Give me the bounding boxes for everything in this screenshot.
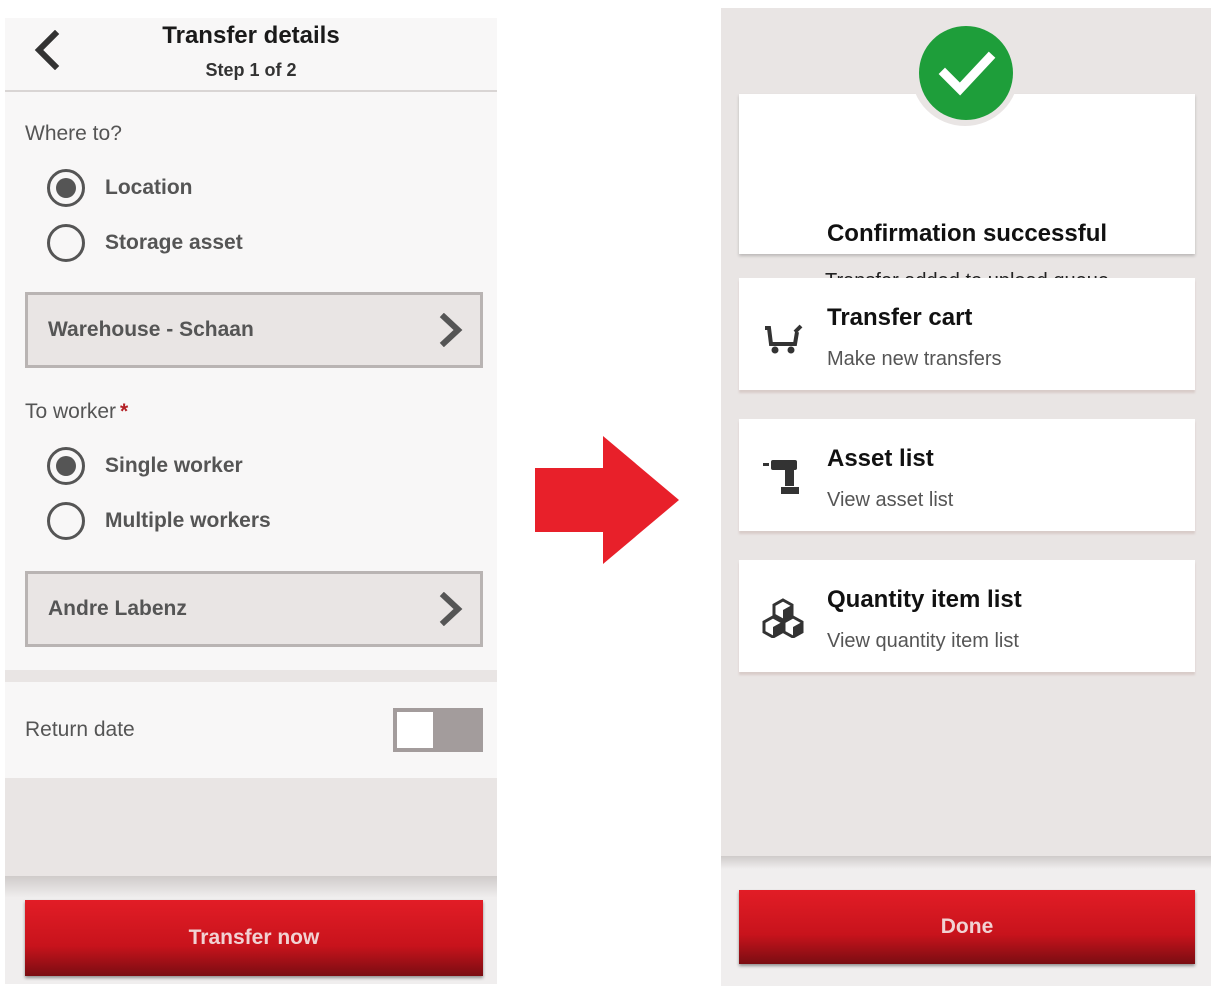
transfer-now-button[interactable]: Transfer now	[25, 900, 483, 976]
quantity-item-list-title: Quantity item list	[827, 586, 1022, 613]
location-picker[interactable]: Warehouse - Schaan	[25, 292, 483, 368]
page-title: Transfer details	[162, 22, 340, 49]
arrow-right-icon	[535, 436, 679, 564]
radio-single-worker-selected-icon	[47, 447, 85, 485]
checkmark-icon	[938, 51, 996, 96]
quantity-item-list-card[interactable]: Quantity item list View quantity item li…	[739, 560, 1195, 672]
required-mark: *	[120, 400, 129, 423]
success-check-icon	[919, 26, 1013, 120]
radio-location[interactable]: Location	[47, 165, 193, 211]
return-date-row: Return date	[5, 682, 497, 778]
toggle-knob	[397, 712, 433, 748]
quantity-item-list-subtitle: View quantity item list	[827, 630, 1019, 652]
radio-storage-asset-unselected-icon	[47, 224, 85, 262]
chevron-right-icon	[439, 592, 463, 626]
chevron-right-icon	[439, 313, 463, 347]
to-worker-label: To worker *	[25, 400, 128, 424]
radio-storage-asset[interactable]: Storage asset	[47, 220, 243, 266]
asset-list-title: Asset list	[827, 445, 934, 472]
return-date-toggle[interactable]	[393, 708, 483, 752]
radio-single-worker[interactable]: Single worker	[47, 443, 243, 489]
radio-location-label: Location	[105, 176, 193, 199]
confirmation-title: Confirmation successful	[826, 220, 1108, 247]
done-button[interactable]: Done	[739, 890, 1195, 964]
radio-multiple-workers-label: Multiple workers	[105, 509, 271, 532]
radio-single-worker-label: Single worker	[105, 454, 243, 477]
drill-icon	[763, 460, 799, 494]
radio-location-selected-icon	[47, 169, 85, 207]
transfer-details-screen: Transfer details Step 1 of 2 Where to? L…	[5, 18, 497, 984]
transfer-form: Where to? Location Storage asset Warehou…	[5, 92, 497, 670]
transfer-cart-card[interactable]: Transfer cart Make new transfers	[739, 278, 1195, 390]
radio-storage-asset-label: Storage asset	[105, 231, 243, 254]
radio-multiple-workers[interactable]: Multiple workers	[47, 498, 271, 544]
transfer-cart-subtitle: Make new transfers	[827, 348, 1002, 370]
asset-list-subtitle: View asset list	[827, 489, 954, 511]
return-date-label: Return date	[25, 718, 135, 741]
header: Transfer details Step 1 of 2	[5, 18, 497, 92]
transfer-cart-title: Transfer cart	[827, 304, 973, 331]
boxes-icon	[762, 598, 804, 638]
worker-picker-value: Andre Labenz	[48, 597, 187, 620]
location-picker-value: Warehouse - Schaan	[48, 318, 254, 341]
confirmation-screen: Confirmation successful Transfer added t…	[721, 8, 1211, 986]
to-worker-label-text: To worker	[25, 400, 117, 423]
worker-picker[interactable]: Andre Labenz	[25, 571, 483, 647]
asset-list-card[interactable]: Asset list View asset list	[739, 419, 1195, 531]
cart-icon	[765, 324, 803, 354]
footer: Transfer now	[5, 876, 497, 984]
step-indicator: Step 1 of 2	[205, 60, 297, 80]
where-to-label: Where to?	[25, 122, 122, 145]
radio-multiple-workers-unselected-icon	[47, 502, 85, 540]
footer: Done	[721, 856, 1211, 986]
